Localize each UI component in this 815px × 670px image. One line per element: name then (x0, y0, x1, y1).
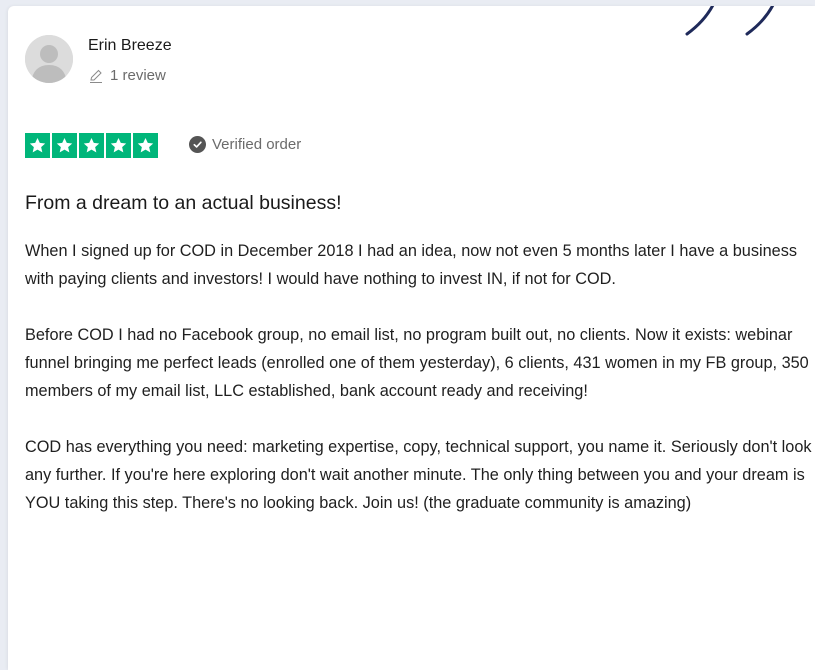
verified-order-badge[interactable]: Verified order (189, 136, 301, 153)
review-count-label: 1 review (110, 67, 166, 84)
reviewer-name[interactable]: Erin Breeze (88, 37, 172, 55)
star-rating (25, 133, 158, 158)
decorative-quote-strokes (685, 6, 775, 36)
review-paragraph: When I signed up for COD in December 201… (25, 242, 797, 288)
star-icon (133, 133, 158, 158)
star-icon (52, 133, 77, 158)
review-title[interactable]: From a dream to an actual business! (25, 192, 342, 215)
reviewer-avatar[interactable] (25, 35, 73, 83)
verified-label: Verified order (212, 136, 302, 153)
star-icon (25, 133, 50, 158)
review-count[interactable]: 1 review (88, 67, 166, 84)
star-icon (106, 133, 131, 158)
review-paragraph: COD has everything you need: marketing e… (25, 438, 812, 512)
user-avatar-icon (25, 35, 73, 83)
review-card: Erin Breeze 1 review Verified order From… (8, 6, 815, 670)
checkmark-circle-icon (189, 136, 206, 153)
review-body: When I signed up for COD in December 201… (25, 237, 815, 517)
pencil-icon (90, 69, 102, 83)
star-icon (79, 133, 104, 158)
review-paragraph: Before COD I had no Facebook group, no e… (25, 326, 809, 400)
